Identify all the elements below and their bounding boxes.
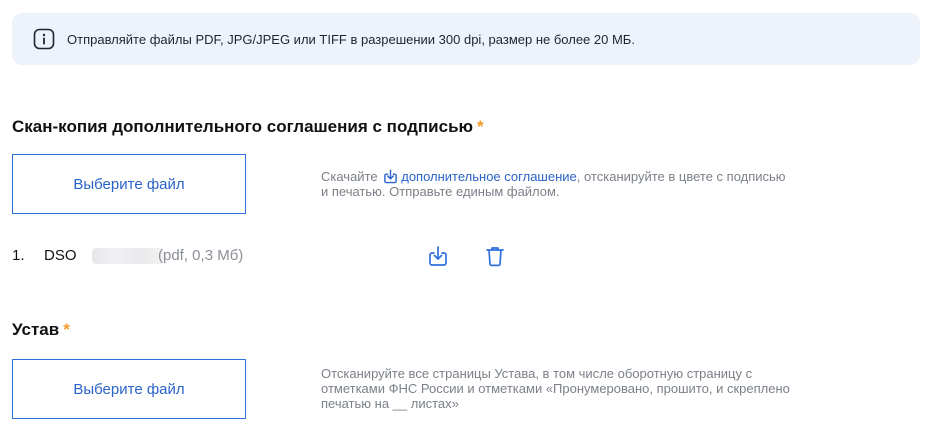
- hint-agreement: Скачайте дополнительное соглашение, отск…: [321, 169, 791, 199]
- section-title-agreement: Скан-копия дополнительного соглашения с …: [12, 117, 484, 137]
- trash-icon[interactable]: [483, 244, 507, 268]
- download-file-icon[interactable]: [426, 244, 450, 268]
- info-banner-text: Отправляйте файлы PDF, JPG/JPEG или TIFF…: [67, 31, 635, 47]
- file-number: 1.: [12, 247, 25, 264]
- required-mark: *: [63, 320, 70, 339]
- info-banner: Отправляйте файлы PDF, JPG/JPEG или TIFF…: [12, 13, 920, 65]
- download-agreement-link[interactable]: дополнительное соглашение: [381, 169, 577, 184]
- section-title-charter: Устав *: [12, 320, 70, 340]
- choose-file-button-charter[interactable]: Выберите файл: [12, 359, 246, 419]
- download-icon: [384, 169, 398, 184]
- info-icon: [33, 28, 55, 50]
- hint-charter: Отсканируйте все страницы Устава, в том …: [321, 366, 790, 411]
- section-title-text: Скан-копия дополнительного соглашения с …: [12, 117, 474, 136]
- required-mark: *: [477, 117, 484, 136]
- download-link-text: дополнительное соглашение: [401, 169, 577, 184]
- choose-file-button-agreement[interactable]: Выберите файл: [12, 154, 246, 214]
- file-name: DSO: [44, 247, 77, 264]
- file-list-item: 1. DSO (pdf, 0,3 Мб): [12, 244, 532, 268]
- section-title-text: Устав: [12, 320, 60, 339]
- hint-prefix: Скачайте: [321, 169, 378, 184]
- file-name-redacted: [92, 248, 164, 264]
- file-meta: (pdf, 0,3 Мб): [158, 247, 244, 264]
